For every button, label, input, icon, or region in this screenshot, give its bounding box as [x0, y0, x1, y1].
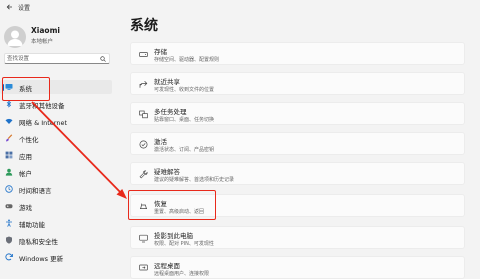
card-title: 投影到此电脑	[154, 232, 193, 240]
back-arrow-icon[interactable]	[6, 3, 14, 11]
user-name: Xiaomi	[31, 26, 60, 35]
sidebar-item-gaming[interactable]: 游戏	[0, 199, 112, 213]
sidebar-item-label: 网络 & Internet	[19, 119, 68, 127]
remote-desktop-icon	[139, 264, 148, 271]
sidebar-item-accounts[interactable]: 帐户	[0, 165, 112, 179]
sidebar-item-label: 应用	[19, 153, 32, 161]
storage-icon	[139, 52, 148, 57]
card-subtitle: 可发现性、收到文件的位置	[154, 87, 215, 93]
sidebar-item-label: 隐私和安全性	[19, 238, 58, 246]
projection-icon	[139, 234, 148, 243]
sidebar-item-label: 帐户	[19, 170, 32, 178]
sidebar-item-network[interactable]: 网络 & Internet	[0, 114, 112, 128]
gamepad-icon	[5, 204, 13, 209]
card-title: 远程桌面	[154, 262, 180, 270]
bluetooth-icon	[6, 100, 12, 108]
card-subtitle: 贴靠窗口、桌面、任务切换	[154, 117, 215, 123]
update-icon	[5, 253, 13, 261]
sidebar-item-label: 时间和语言	[19, 187, 52, 195]
sidebar-item-label: 个性化	[19, 136, 39, 144]
page-title: 系统	[130, 18, 158, 34]
sidebar-item-windows-update[interactable]: Windows 更新	[0, 250, 112, 264]
settings-card-storage[interactable]: 存储 存储空间、驱动器、配置规则	[130, 42, 465, 65]
card-title: 疑难解答	[154, 168, 180, 176]
sidebar-item-label: 游戏	[19, 204, 32, 212]
search-input[interactable]	[7, 54, 97, 63]
wrench-icon	[139, 170, 148, 179]
annotation-highlight-system	[2, 77, 50, 101]
card-title: 就近共享	[154, 78, 180, 86]
search-icon[interactable]	[100, 56, 106, 62]
settings-card-troubleshoot[interactable]: 疑难解答 建议的疑难解答、首选项和历史记录	[130, 162, 465, 185]
multitask-icon	[139, 110, 148, 119]
settings-card-activation[interactable]: 激活 激活状态、订阅、产品密钥	[130, 132, 465, 155]
card-title: 激活	[154, 138, 167, 146]
brush-icon	[6, 134, 13, 142]
user-account-type: 本地帐户	[31, 39, 54, 45]
card-title: 多任务处理	[154, 108, 187, 116]
person-icon	[7, 30, 23, 46]
apps-icon	[5, 151, 13, 159]
sidebar-item-accessibility[interactable]: 辅助功能	[0, 216, 112, 230]
sidebar-item-label: 辅助功能	[19, 221, 45, 229]
sidebar-item-time-language[interactable]: 时间和语言	[0, 182, 112, 196]
window-title: 设置	[18, 5, 31, 12]
sidebar-item-privacy[interactable]: 隐私和安全性	[0, 233, 112, 247]
check-icon	[139, 140, 148, 149]
card-subtitle: 存储空间、驱动器、配置规则	[154, 57, 220, 63]
accessibility-icon	[6, 219, 12, 227]
card-subtitle: 权限、配对 PIN、可发现性	[154, 241, 214, 247]
sidebar: Xiaomi 本地帐户 系统 蓝牙和其他设备 网络 & Internet	[0, 14, 118, 276]
card-subtitle: 激活状态、订阅、产品密钥	[154, 147, 215, 153]
search-box	[4, 53, 110, 64]
sidebar-item-label: Windows 更新	[19, 255, 64, 263]
sidebar-item-apps[interactable]: 应用	[0, 148, 112, 162]
annotation-highlight-recovery	[128, 190, 216, 220]
wifi-icon	[5, 118, 13, 124]
title-bar: 设置	[0, 0, 480, 14]
card-title: 存储	[154, 48, 167, 56]
card-subtitle: 建议的疑难解答、首选项和历史记录	[154, 177, 235, 183]
settings-card-nearby-sharing[interactable]: 就近共享 可发现性、收到文件的位置	[130, 72, 465, 95]
sidebar-item-label: 蓝牙和其他设备	[19, 102, 65, 110]
avatar[interactable]	[4, 26, 26, 48]
settings-card-project-to-pc[interactable]: 投影到此电脑 权限、配对 PIN、可发现性	[130, 226, 465, 249]
globe-clock-icon	[5, 185, 13, 193]
person-icon	[5, 168, 13, 176]
share-icon	[139, 80, 148, 88]
shield-icon	[6, 236, 12, 244]
settings-card-multitasking[interactable]: 多任务处理 贴靠窗口、桌面、任务切换	[130, 102, 465, 125]
sidebar-item-personalization[interactable]: 个性化	[0, 131, 112, 145]
